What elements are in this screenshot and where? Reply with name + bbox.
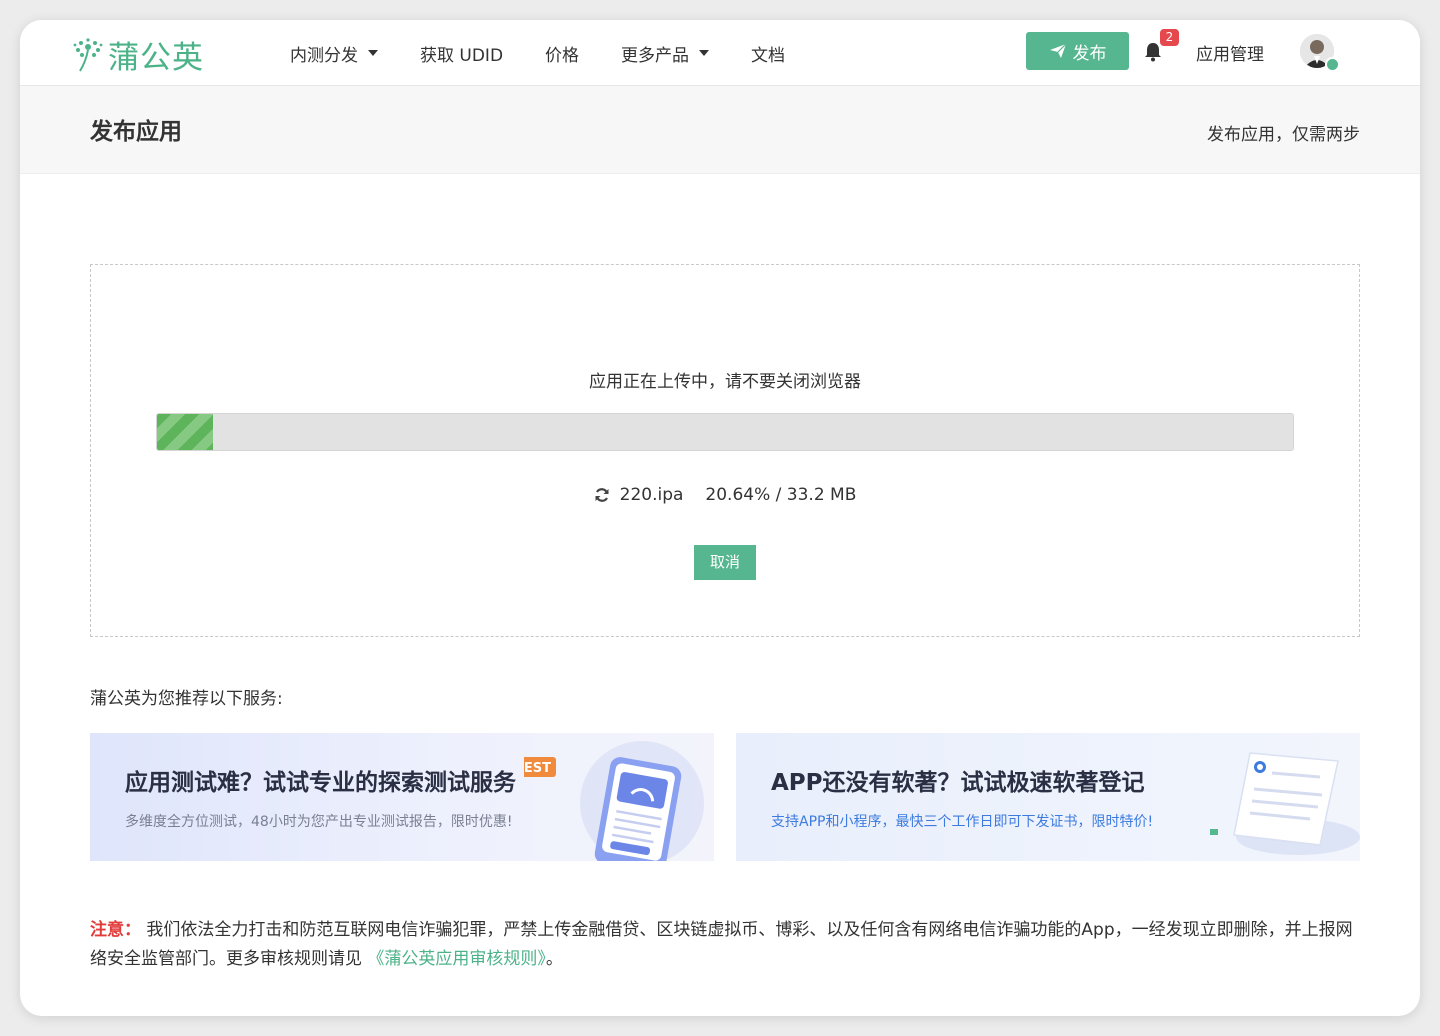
nav-item-label: 获取 UDID bbox=[420, 45, 504, 66]
notification-badge: 2 bbox=[1160, 29, 1179, 46]
nav-item-label: 价格 bbox=[545, 45, 580, 66]
browser-window: 蒲公英 内测分发 获取 UDID 价格 更多产品 文档 发布 2 应用管理 发布… bbox=[20, 20, 1420, 1016]
upload-file-info: 220.ipa 20.64% / 33.2 MB bbox=[91, 485, 1359, 505]
notice-end: 。 bbox=[545, 949, 563, 969]
caret-down-icon bbox=[368, 50, 378, 56]
nav-item-label: 更多产品 bbox=[621, 45, 690, 66]
promo-card-heading: 应用测试难？试试专业的探索测试服务 bbox=[125, 770, 516, 796]
nav-item-beta-distribution[interactable]: 内测分发 bbox=[290, 41, 378, 66]
page-header: 发布应用 发布应用，仅需两步 bbox=[20, 86, 1420, 174]
phone-test-illustration-icon: TEST bbox=[524, 741, 704, 861]
nav-item-docs[interactable]: 文档 bbox=[751, 41, 785, 66]
upload-dropzone: 应用正在上传中，请不要关闭浏览器 220.ipa 20.64% / 33.2 M… bbox=[90, 264, 1360, 637]
nav-item-label: 文档 bbox=[751, 45, 786, 66]
upload-status-message: 应用正在上传中，请不要关闭浏览器 bbox=[589, 372, 861, 392]
promo-card-testing-service[interactable]: TEST 应用测试难？试试专业的探索测试服务 多维度全方位测试，48小时为您产出… bbox=[90, 733, 714, 861]
upload-progress-text: 20.64% / 33.2 MB bbox=[705, 485, 857, 505]
app-management-link[interactable]: 应用管理 bbox=[1196, 40, 1264, 65]
promo-card-description: 支持APP和小程序，最快三个工作日即可下发证书，限时特价! bbox=[771, 814, 1154, 830]
paper-plane-icon bbox=[1049, 43, 1066, 58]
top-navbar: 蒲公英 内测分发 获取 UDID 价格 更多产品 文档 发布 2 应用管理 bbox=[20, 20, 1420, 86]
upload-progress-fill bbox=[157, 414, 214, 450]
promo-card-copyright-registration[interactable]: APP还没有软著？试试极速软著登记 支持APP和小程序，最快三个工作日即可下发证… bbox=[736, 733, 1360, 861]
compliance-notice: 注意： 我们依法全力打击和防范互联网电信诈骗犯罪，严禁上传金融借贷、区块链虚拟币… bbox=[90, 916, 1360, 974]
publish-button[interactable]: 发布 bbox=[1026, 32, 1129, 70]
bell-icon[interactable] bbox=[1144, 42, 1162, 62]
upload-progress-bar bbox=[156, 413, 1294, 451]
review-rules-link[interactable]: 《蒲公英应用审核规则》 bbox=[367, 949, 546, 969]
cancel-upload-button[interactable]: 取消 bbox=[694, 545, 756, 580]
page-subtitle: 发布应用，仅需两步 bbox=[1207, 125, 1360, 145]
certificate-document-icon bbox=[1210, 752, 1360, 855]
verified-badge-icon bbox=[1325, 57, 1340, 72]
caret-down-icon bbox=[699, 50, 710, 56]
user-avatar[interactable] bbox=[1300, 34, 1340, 72]
publish-button-label: 发布 bbox=[1072, 43, 1107, 64]
promo-card-heading: APP还没有软著？试试极速软著登记 bbox=[771, 770, 1145, 796]
logo-text: 蒲公英 bbox=[108, 40, 204, 76]
nav-item-get-udid[interactable]: 获取 UDID bbox=[420, 41, 503, 66]
nav-item-label: 内测分发 bbox=[290, 45, 358, 66]
test-tag-text: TEST bbox=[524, 761, 551, 776]
dandelion-logo-icon bbox=[73, 37, 103, 72]
nav-item-pricing[interactable]: 价格 bbox=[545, 41, 579, 66]
page-title: 发布应用 bbox=[90, 119, 182, 145]
recommend-title: 蒲公英为您推荐以下服务: bbox=[90, 689, 283, 709]
refresh-icon bbox=[595, 488, 609, 502]
main-nav: 内测分发 获取 UDID 价格 更多产品 文档 bbox=[290, 20, 827, 86]
notice-label: 注意： bbox=[90, 920, 141, 940]
logo[interactable]: 蒲公英 bbox=[72, 32, 204, 77]
upload-file-name: 220.ipa bbox=[619, 485, 684, 505]
promo-card-description: 多维度全方位测试，48小时为您产出专业测试报告，限时优惠! bbox=[125, 814, 513, 830]
nav-item-more-products[interactable]: 更多产品 bbox=[621, 41, 710, 66]
notice-text: 我们依法全力打击和防范互联网电信诈骗犯罪，严禁上传金融借贷、区块链虚拟币、博彩、… bbox=[90, 920, 1353, 969]
